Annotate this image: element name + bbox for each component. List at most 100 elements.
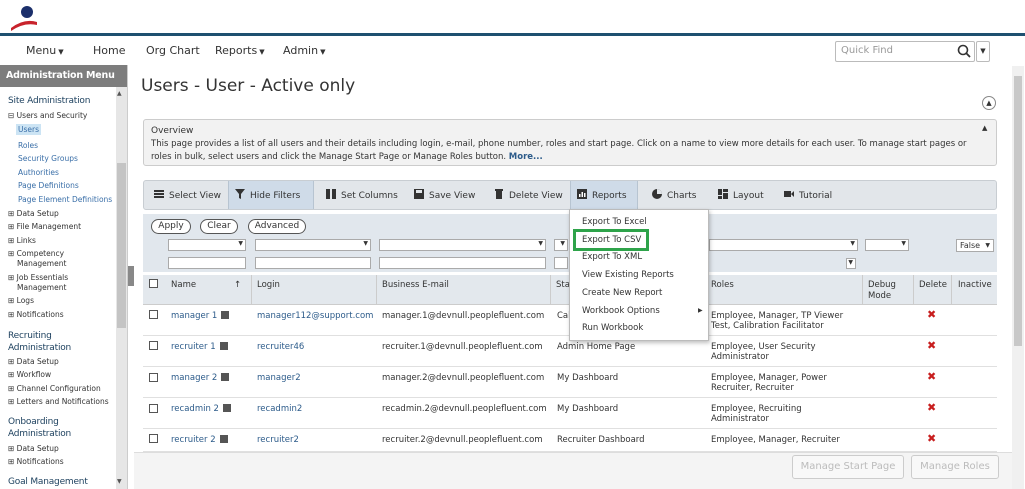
column-header-debug-mode[interactable]: Debug (868, 280, 896, 290)
column-header-name[interactable]: Name (171, 280, 196, 290)
company-logo[interactable] (9, 4, 39, 32)
overview-more-link[interactable]: More... (509, 152, 543, 162)
sidebar-item-links[interactable]: ⊞ Links (8, 236, 36, 245)
charts-button[interactable]: Charts (646, 181, 702, 209)
menu-item-workbook-options[interactable]: Workbook Options (582, 306, 660, 316)
nav-reports[interactable]: Reports ▼ (215, 44, 265, 57)
login-filter-select[interactable] (255, 239, 371, 251)
sidebar-splitter[interactable] (128, 266, 134, 286)
row-checkbox[interactable] (149, 341, 158, 350)
name-filter-select[interactable] (168, 239, 246, 251)
name-filter-input[interactable] (168, 257, 246, 269)
sidebar-item-data-setup[interactable]: ⊞ Data Setup (8, 209, 59, 218)
sidebar-item-job-essentials-line2[interactable]: Management (17, 283, 66, 292)
inactive-filter-select[interactable]: False ▼ (956, 239, 994, 252)
user-login[interactable]: recruiter2 (257, 435, 299, 445)
id-card-icon[interactable] (219, 342, 228, 350)
sidebar-item-users[interactable]: Users (16, 124, 42, 135)
sidebar-section-recruiting-line2[interactable]: Administration (8, 343, 71, 353)
row-checkbox[interactable] (149, 373, 158, 382)
sidebar-item-onboarding-notifications[interactable]: ⊞ Notifications (8, 457, 64, 466)
user-name-link[interactable]: manager 1 (171, 311, 230, 321)
user-name-link[interactable]: recruiter 1 (171, 342, 228, 352)
delete-view-button[interactable]: Delete View (488, 181, 569, 209)
delete-x-icon[interactable]: ✖ (927, 432, 936, 445)
clear-filters-button[interactable]: Clear (200, 219, 238, 234)
start-page-filter-input[interactable] (554, 257, 568, 269)
roles-filter-select[interactable] (709, 239, 858, 251)
user-login[interactable]: manager2 (257, 373, 301, 383)
column-header-inactive[interactable]: Inactive (958, 280, 992, 290)
menu-item-create-new-report[interactable]: Create New Report (582, 288, 662, 298)
sidebar-item-recruiting-data-setup[interactable]: ⊞ Data Setup (8, 357, 59, 366)
row-checkbox[interactable] (149, 404, 158, 413)
select-view-button[interactable]: Select View (148, 181, 227, 209)
sidebar-item-roles[interactable]: Roles (18, 141, 38, 150)
collapse-caret-icon[interactable]: ▲ (982, 124, 987, 132)
page-scroll-thumb[interactable] (1014, 76, 1022, 346)
menu-item-export-excel[interactable]: Export To Excel (582, 217, 647, 227)
manage-roles-button[interactable]: Manage Roles (911, 455, 999, 479)
reports-button[interactable]: Reports (570, 181, 638, 209)
sidebar-section-onboarding-line2[interactable]: Administration (8, 429, 71, 439)
nav-home[interactable]: Home (93, 44, 125, 57)
sidebar-item-notifications[interactable]: ⊞ Notifications (8, 310, 64, 319)
email-filter-select[interactable] (379, 239, 546, 251)
sidebar-item-security-groups[interactable]: Security Groups (18, 154, 78, 163)
column-header-start-page[interactable]: Sta (556, 280, 570, 290)
delete-x-icon[interactable]: ✖ (927, 370, 936, 383)
sidebar-item-file-management[interactable]: ⊞ File Management (8, 222, 81, 231)
collapse-up-icon[interactable]: ▲ (982, 96, 996, 110)
manage-start-page-button[interactable]: Manage Start Page (792, 455, 904, 479)
user-name-link[interactable]: recruiter 2 (171, 435, 228, 445)
apply-filters-button[interactable]: Apply (151, 219, 191, 234)
sidebar-section-site-admin[interactable]: Site Administration (8, 96, 90, 106)
sidebar-scroll-thumb[interactable] (117, 163, 126, 328)
search-icon[interactable] (957, 44, 971, 58)
column-header-roles[interactable]: Roles (711, 280, 734, 290)
debug-filter-select[interactable] (865, 239, 909, 251)
sidebar-section-onboarding[interactable]: Onboarding (8, 417, 59, 427)
email-filter-input[interactable] (379, 257, 546, 269)
column-header-login[interactable]: Login (257, 280, 280, 290)
quick-find-dropdown[interactable]: ▼ (976, 41, 990, 62)
delete-x-icon[interactable]: ✖ (927, 308, 936, 321)
column-header-email[interactable]: Business E-mail (382, 280, 449, 290)
scroll-down-icon[interactable]: ▼ (117, 478, 122, 485)
column-header-debug-mode-line2[interactable]: Mode (868, 291, 891, 301)
id-card-icon[interactable] (221, 373, 230, 381)
sidebar-item-workflow[interactable]: ⊞ Workflow (8, 370, 51, 379)
user-login[interactable]: manager112@support.com (257, 311, 373, 321)
column-header-delete[interactable]: Delete (919, 280, 947, 290)
user-login[interactable]: recadmin2 (257, 404, 302, 414)
layout-button[interactable]: Layout (712, 181, 770, 209)
sidebar-item-authorities[interactable]: Authorities (18, 168, 59, 177)
sort-ascending-icon[interactable]: ↑ (234, 280, 241, 290)
menu-item-view-existing-reports[interactable]: View Existing Reports (582, 270, 674, 280)
sidebar-item-channel-configuration[interactable]: ⊞ Channel Configuration (8, 384, 101, 393)
save-view-button[interactable]: Save View (408, 181, 481, 209)
nav-org-chart[interactable]: Org Chart (146, 44, 200, 57)
sidebar-item-job-essentials[interactable]: ⊞ Job Essentials (8, 273, 68, 282)
id-card-icon[interactable] (221, 311, 230, 319)
sidebar-item-page-definitions[interactable]: Page Definitions (18, 181, 79, 190)
delete-x-icon[interactable]: ✖ (927, 339, 936, 352)
quick-find-input[interactable]: Quick Find (835, 41, 975, 62)
sidebar-item-users-and-security[interactable]: ⊟ Users and Security (8, 111, 87, 120)
menu-item-export-xml[interactable]: Export To XML (582, 252, 642, 262)
menu-item-run-workbook[interactable]: Run Workbook (582, 323, 643, 333)
sidebar-item-competency-line2[interactable]: Management (17, 259, 66, 268)
start-page-filter-select[interactable] (554, 239, 568, 251)
user-name-link[interactable]: manager 2 (171, 373, 230, 383)
sidebar-section-goal-management[interactable]: Goal Management (8, 477, 88, 487)
row-checkbox[interactable] (149, 310, 158, 319)
advanced-filters-button[interactable]: Advanced (248, 219, 306, 234)
tutorial-button[interactable]: Tutorial (778, 181, 838, 209)
row-checkbox[interactable] (149, 434, 158, 443)
id-card-icon[interactable] (219, 435, 228, 443)
select-all-checkbox[interactable] (149, 279, 158, 288)
login-filter-input[interactable] (255, 257, 371, 269)
delete-x-icon[interactable]: ✖ (927, 401, 936, 414)
hide-filters-button[interactable]: Hide Filters (228, 181, 314, 209)
id-card-icon[interactable] (222, 404, 231, 412)
